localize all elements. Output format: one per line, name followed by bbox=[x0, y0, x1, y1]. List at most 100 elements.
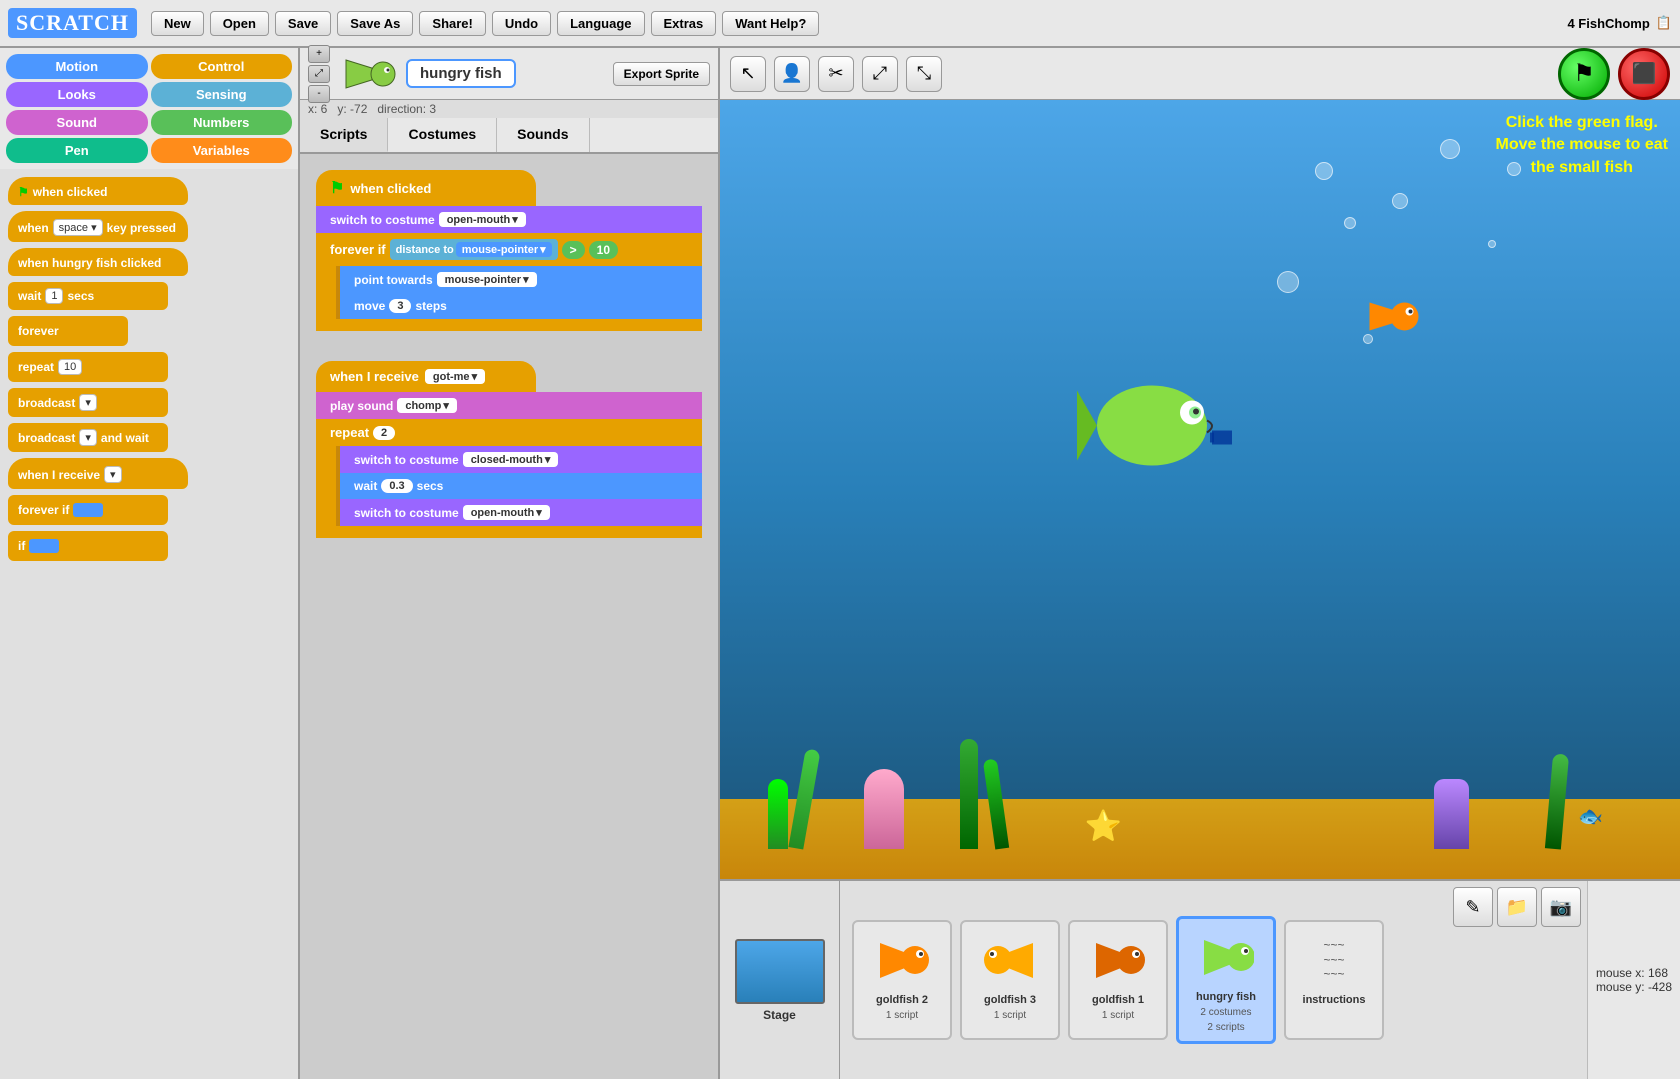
save-as-button[interactable]: Save As bbox=[337, 11, 413, 36]
category-sensing[interactable]: Sensing bbox=[151, 82, 293, 107]
steps-input[interactable]: 3 bbox=[389, 299, 411, 313]
sprite-card-goldfish1[interactable]: goldfish 1 1 script bbox=[1068, 920, 1168, 1040]
zoom-in-btn[interactable]: + bbox=[308, 45, 330, 63]
wait-time[interactable]: 0.3 bbox=[381, 479, 412, 493]
tab-scripts[interactable]: Scripts bbox=[300, 118, 388, 152]
save-button[interactable]: Save bbox=[275, 11, 331, 36]
stage-thumbnail-area[interactable]: Stage bbox=[720, 881, 840, 1079]
mouse-pointer-dropdown-1[interactable]: mouse-pointer ▾ bbox=[456, 242, 552, 257]
mouse-coordinates: mouse x: 168 mouse y: -428 bbox=[1587, 881, 1680, 1079]
repeat-count[interactable]: 2 bbox=[373, 426, 395, 440]
sprite-coordinates: x: 6 y: -72 direction: 3 bbox=[300, 100, 718, 118]
user-icon: 📋 bbox=[1656, 15, 1672, 31]
draw-tool-btn[interactable]: ✎ bbox=[1453, 887, 1493, 927]
seaweed-4 bbox=[983, 758, 1009, 849]
sound-dropdown[interactable]: chomp ▾ bbox=[397, 398, 457, 413]
block-switch-costume-open[interactable]: switch to costume open-mouth ▾ bbox=[340, 499, 702, 526]
script-hat-when-receive[interactable]: when I receive got-me ▾ bbox=[316, 361, 536, 392]
open-button[interactable]: Open bbox=[210, 11, 269, 36]
forever-if-block: forever if distance to mouse-pointer ▾ >… bbox=[316, 233, 702, 331]
scissors-tool[interactable]: ✂ bbox=[818, 56, 854, 92]
block-when-sprite-clicked[interactable]: when hungry fish clicked bbox=[8, 248, 188, 276]
distance-to-block[interactable]: distance to mouse-pointer ▾ bbox=[390, 239, 558, 260]
grow-tool[interactable]: ⤢ bbox=[862, 56, 898, 92]
block-if[interactable]: if bbox=[8, 531, 168, 561]
category-variables[interactable]: Variables bbox=[151, 138, 293, 163]
language-button[interactable]: Language bbox=[557, 11, 644, 36]
blocks-palette: ⚑ when clicked when space ▾ key pressed … bbox=[0, 169, 298, 1079]
block-when-clicked[interactable]: ⚑ when clicked bbox=[8, 177, 188, 205]
block-broadcast[interactable]: broadcast ▾ bbox=[8, 388, 168, 417]
goldfish2-icon bbox=[872, 930, 932, 990]
scratch-logo: SCRATCH bbox=[8, 8, 137, 38]
forever-if-end bbox=[316, 319, 702, 331]
block-wait[interactable]: wait 1 secs bbox=[8, 282, 168, 310]
seaweed-2 bbox=[788, 748, 820, 849]
category-looks[interactable]: Looks bbox=[6, 82, 148, 107]
script-tabs: Scripts Costumes Sounds bbox=[300, 118, 718, 154]
instructions-icon: ~~~~~~~~~ bbox=[1304, 930, 1364, 990]
folder-tool-btn[interactable]: 📁 bbox=[1497, 887, 1537, 927]
camera-tool-btn[interactable]: 📷 bbox=[1541, 887, 1581, 927]
shrink-tool[interactable]: ⤡ bbox=[906, 56, 942, 92]
hungry-fish-sprite bbox=[1072, 371, 1232, 484]
stop-button[interactable]: ⬛ bbox=[1618, 48, 1670, 100]
block-repeat[interactable]: repeat 10 bbox=[8, 352, 168, 382]
block-forever[interactable]: forever bbox=[8, 316, 128, 346]
sprite-card-goldfish3[interactable]: goldfish 3 1 script bbox=[960, 920, 1060, 1040]
costume-dropdown-1[interactable]: open-mouth ▾ bbox=[439, 212, 526, 227]
ocean-floor: ⭐ 🐟 bbox=[720, 799, 1680, 879]
block-broadcast-wait[interactable]: broadcast ▾ and wait bbox=[8, 423, 168, 452]
costume-dropdown-3[interactable]: open-mouth ▾ bbox=[463, 505, 550, 520]
bubble bbox=[1344, 217, 1356, 229]
sprite-card-goldfish2[interactable]: goldfish 2 1 script bbox=[852, 920, 952, 1040]
category-control[interactable]: Control bbox=[151, 54, 293, 79]
block-move-steps[interactable]: move 3 steps bbox=[340, 293, 702, 319]
script-group-2: when I receive got-me ▾ play sound chomp… bbox=[316, 361, 702, 538]
green-flag-button[interactable]: ⚑ bbox=[1558, 48, 1610, 100]
bottom-panel: Stage goldfish 2 1 script bbox=[720, 879, 1680, 1079]
forever-if-inner: point towards mouse-pointer ▾ move 3 ste… bbox=[336, 266, 702, 319]
distance-value[interactable]: 10 bbox=[589, 241, 618, 259]
cursor-tool[interactable]: ↖ bbox=[730, 56, 766, 92]
middle-panel: + ⤢ - hungry fish Export Sprite x: 6 y: … bbox=[300, 48, 720, 1079]
stamp-tool[interactable]: 👤 bbox=[774, 56, 810, 92]
block-when-key-pressed[interactable]: when space ▾ key pressed bbox=[8, 211, 188, 242]
category-pen[interactable]: Pen bbox=[6, 138, 148, 163]
block-switch-costume-closed[interactable]: switch to costume closed-mouth ▾ bbox=[340, 446, 702, 473]
block-wait-03[interactable]: wait 0.3 secs bbox=[340, 473, 702, 499]
goldfish1-scripts: 1 script bbox=[1102, 1010, 1134, 1021]
block-when-receive[interactable]: when I receive ▾ bbox=[8, 458, 188, 489]
point-towards-dropdown[interactable]: mouse-pointer ▾ bbox=[437, 272, 537, 287]
goldfish3-icon bbox=[980, 930, 1040, 990]
tab-costumes[interactable]: Costumes bbox=[388, 118, 497, 152]
stage-toolbar: ↖ 👤 ✂ ⤢ ⤡ ⚑ ⬛ bbox=[720, 48, 1680, 100]
left-panel: Motion Control Looks Sensing Sound Numbe… bbox=[0, 48, 300, 1079]
script-hat-when-clicked[interactable]: ⚑ when clicked bbox=[316, 170, 536, 206]
tab-sounds[interactable]: Sounds bbox=[497, 118, 589, 152]
receive-dropdown[interactable]: got-me ▾ bbox=[425, 369, 485, 384]
block-point-towards[interactable]: point towards mouse-pointer ▾ bbox=[340, 266, 702, 293]
share-button[interactable]: Share! bbox=[419, 11, 485, 36]
category-sound[interactable]: Sound bbox=[6, 110, 148, 135]
new-button[interactable]: New bbox=[151, 11, 204, 36]
undo-button[interactable]: Undo bbox=[492, 11, 551, 36]
block-switch-costume-1[interactable]: switch to costume open-mouth ▾ bbox=[316, 206, 702, 233]
topbar: SCRATCH New Open Save Save As Share! Und… bbox=[0, 0, 1680, 48]
green-flag-icon-script: ⚑ bbox=[330, 178, 344, 198]
category-numbers[interactable]: Numbers bbox=[151, 110, 293, 135]
extras-button[interactable]: Extras bbox=[651, 11, 717, 36]
sprite-card-instructions[interactable]: ~~~~~~~~~ instructions bbox=[1284, 920, 1384, 1040]
costume-dropdown-2[interactable]: closed-mouth ▾ bbox=[463, 452, 559, 467]
block-play-sound[interactable]: play sound chomp ▾ bbox=[316, 392, 702, 419]
greater-than-icon: > bbox=[562, 241, 585, 259]
help-button[interactable]: Want Help? bbox=[722, 11, 819, 36]
sprite-card-hungryfish[interactable]: hungry fish 2 costumes 2 scripts bbox=[1176, 916, 1276, 1044]
scripts-canvas[interactable]: ⚑ when clicked switch to costume open-mo… bbox=[300, 154, 718, 1079]
fit-btn[interactable]: ⤢ bbox=[308, 65, 330, 83]
sprite-zoom-controls: + ⤢ - bbox=[308, 45, 330, 103]
category-motion[interactable]: Motion bbox=[6, 54, 148, 79]
right-panel: ↖ 👤 ✂ ⤢ ⤡ ⚑ ⬛ Click the green flag bbox=[720, 48, 1680, 1079]
block-forever-if[interactable]: forever if bbox=[8, 495, 168, 525]
export-sprite-button[interactable]: Export Sprite bbox=[613, 62, 710, 86]
